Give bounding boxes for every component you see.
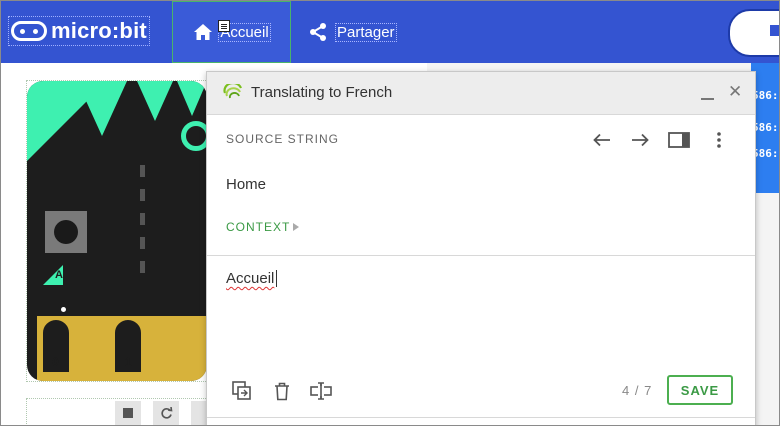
divider bbox=[207, 255, 755, 256]
arrow-left-icon bbox=[593, 133, 610, 147]
board-decoration bbox=[137, 81, 173, 121]
more-options-button[interactable] bbox=[709, 130, 729, 150]
edit-format-button[interactable] bbox=[309, 380, 333, 402]
toggle-panel-button[interactable] bbox=[668, 130, 690, 150]
tab-home[interactable]: Accueil bbox=[172, 1, 291, 63]
microbit-logo[interactable]: micro:bit bbox=[8, 16, 150, 46]
button-a-label: A bbox=[55, 269, 63, 281]
button-a-cap bbox=[54, 220, 78, 244]
board-dot bbox=[61, 307, 66, 312]
close-button[interactable]: ✕ bbox=[728, 83, 742, 100]
more-vertical-icon bbox=[717, 132, 721, 148]
next-string-button[interactable] bbox=[630, 130, 650, 150]
source-string-text: Home bbox=[226, 176, 267, 193]
dialog-title: Translating to French bbox=[251, 84, 393, 101]
dialog-header: Translating to French ✕ bbox=[207, 72, 755, 115]
dialog-footer-divider bbox=[207, 417, 755, 418]
panel-icon bbox=[668, 132, 690, 148]
stop-button[interactable] bbox=[115, 401, 141, 425]
clear-translation-button[interactable] bbox=[271, 380, 293, 402]
home-icon bbox=[194, 24, 213, 40]
logo-text: micro:bit bbox=[51, 18, 147, 43]
copy-icon bbox=[232, 381, 251, 400]
tab-share[interactable]: Partager bbox=[308, 21, 397, 43]
text-caret bbox=[276, 270, 277, 287]
translation-dialog: Translating to French ✕ SOURCE STRING Ho… bbox=[206, 71, 756, 425]
previous-string-button[interactable] bbox=[592, 130, 612, 150]
context-toggle[interactable]: CONTEXT bbox=[226, 220, 290, 234]
led-column bbox=[140, 165, 145, 285]
save-button[interactable]: SAVE bbox=[667, 375, 733, 405]
context-expand-icon[interactable] bbox=[293, 223, 299, 231]
trash-icon bbox=[275, 382, 289, 400]
board-decoration bbox=[77, 81, 127, 136]
microbit-logo-icon bbox=[11, 21, 47, 41]
simulator: A 0 1 bbox=[26, 80, 208, 382]
crowdin-logo-icon bbox=[223, 84, 243, 99]
edge-connector: 0 1 bbox=[37, 316, 207, 381]
stop-icon bbox=[123, 408, 133, 418]
tab-share-label: Partager bbox=[335, 22, 397, 42]
arrow-right-icon bbox=[632, 133, 649, 147]
restart-button[interactable] bbox=[153, 401, 179, 425]
board-logo-ring bbox=[181, 121, 207, 151]
pin-0-label: 0 bbox=[52, 355, 59, 369]
character-counter: 4 / 7 bbox=[622, 383, 653, 398]
share-icon bbox=[310, 23, 326, 41]
button-a[interactable] bbox=[45, 211, 87, 253]
top-bar: micro:bit Accueil Partager bbox=[1, 1, 779, 63]
sound-button[interactable] bbox=[191, 401, 207, 425]
edit-marker-icon bbox=[218, 20, 230, 32]
pin-1-label: 1 bbox=[125, 355, 132, 369]
pill-icon bbox=[770, 25, 779, 36]
microbit-board[interactable]: A 0 1 bbox=[27, 81, 207, 381]
minimize-button[interactable] bbox=[701, 98, 714, 100]
copy-source-button[interactable] bbox=[231, 380, 253, 402]
app-window: micro:bit Accueil Partager 586: 586: 586… bbox=[0, 0, 780, 426]
source-string-label: SOURCE STRING bbox=[226, 132, 340, 146]
translation-input[interactable]: Accueil bbox=[226, 270, 274, 287]
board-decoration bbox=[177, 81, 207, 116]
restart-icon bbox=[160, 406, 172, 419]
text-cursor-icon bbox=[310, 382, 332, 400]
